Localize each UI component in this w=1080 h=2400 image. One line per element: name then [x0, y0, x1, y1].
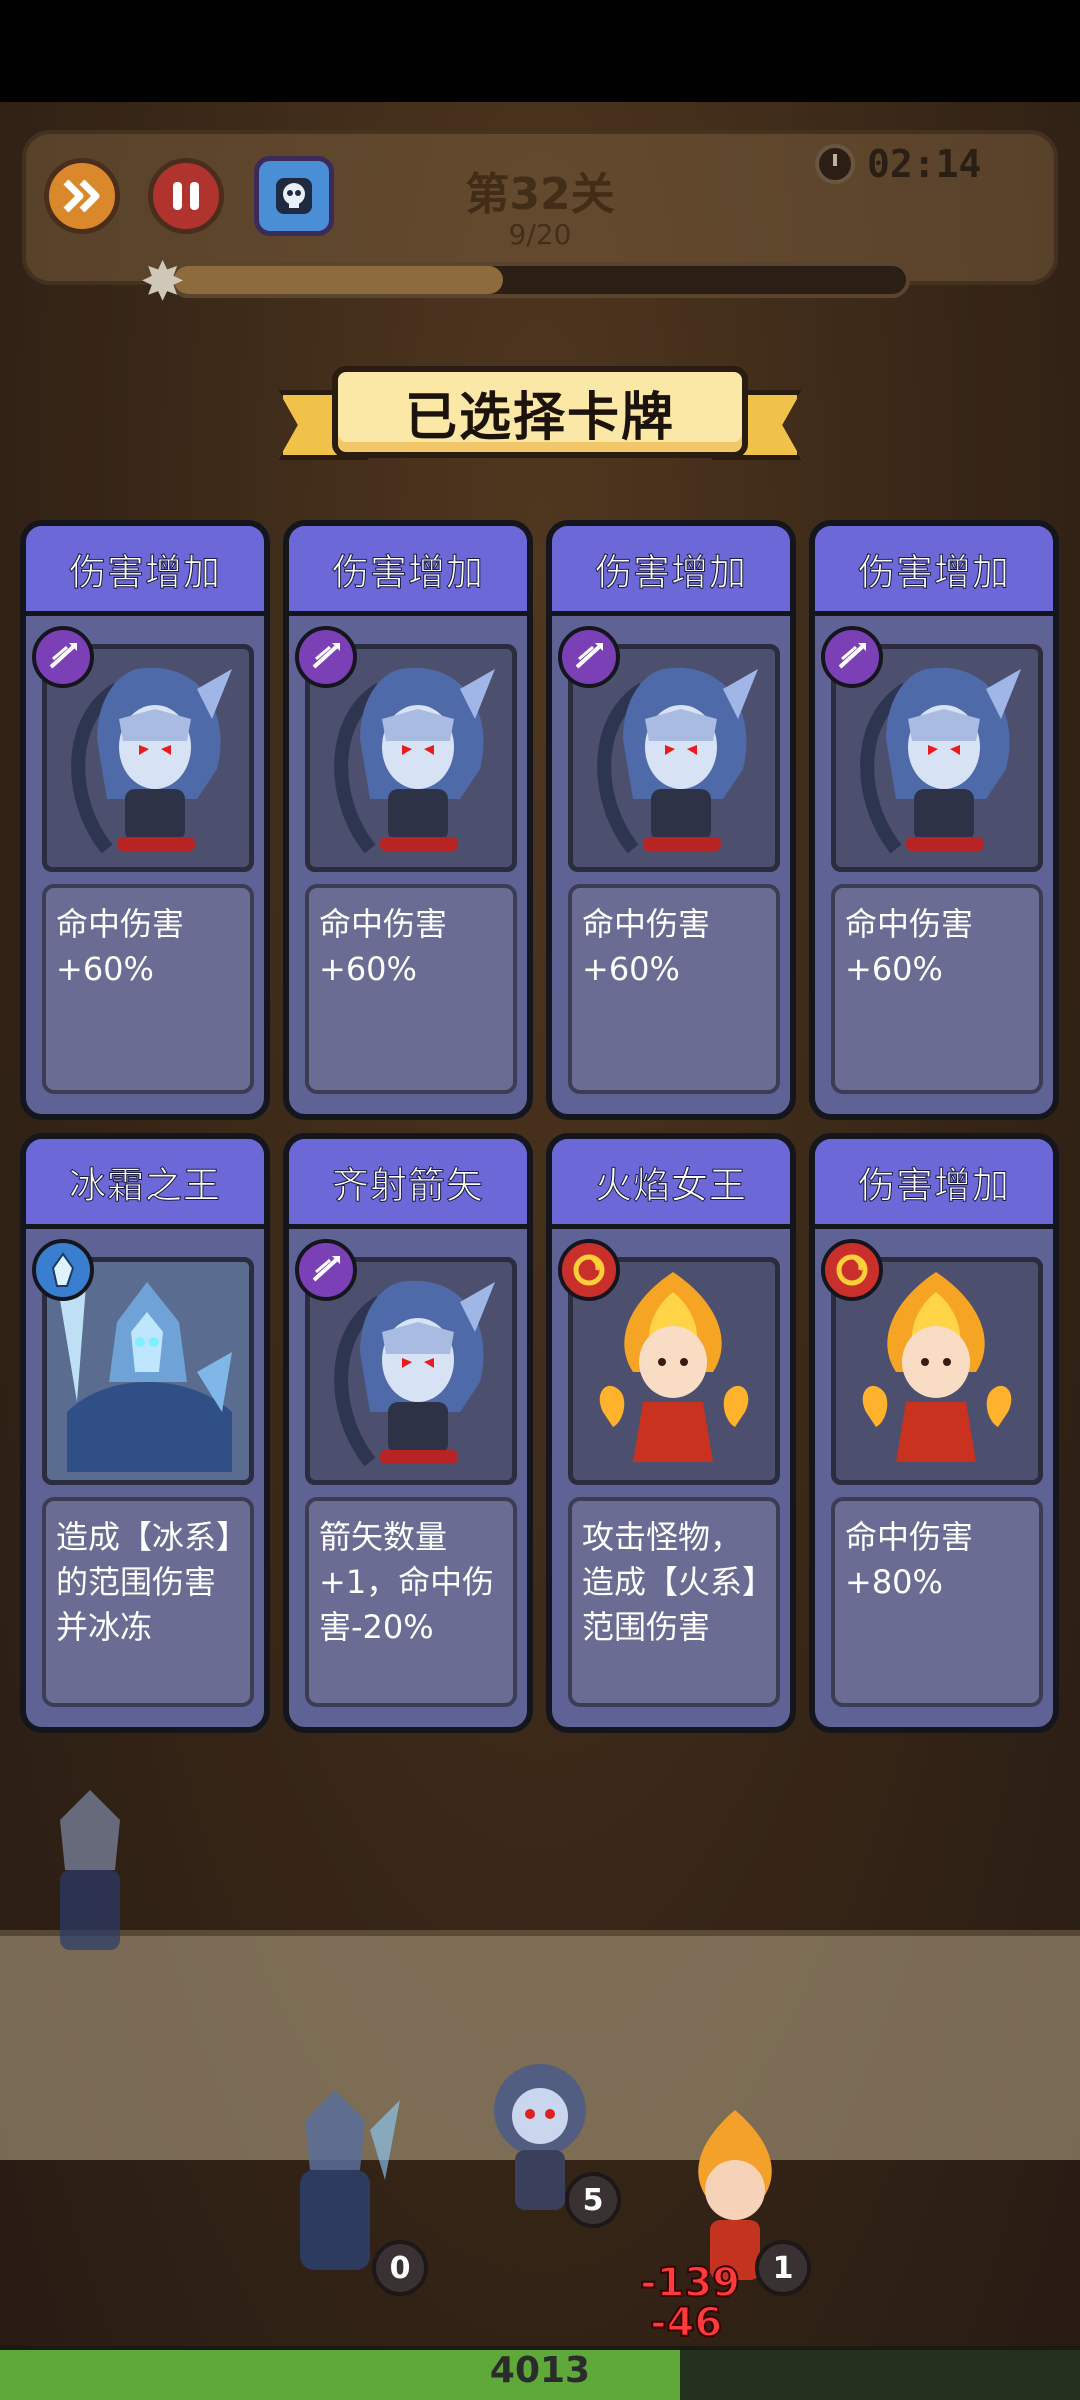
arrow-type-icon — [575, 643, 603, 669]
fire-type-icon — [573, 1254, 605, 1286]
hero-level-badge: 1 — [755, 2240, 811, 2296]
card-description: 命中伤害+60% — [305, 884, 517, 1094]
card-header: 伤害增加 — [815, 526, 1053, 616]
spark-icon: ✸ — [140, 250, 186, 313]
card-description: 箭矢数量+1，命中伤害-20% — [305, 1497, 517, 1707]
fire-type-badge — [558, 1239, 620, 1301]
card-header: 伤害增加 — [815, 1139, 1053, 1229]
ice-type-badge — [32, 1239, 94, 1301]
card-title: 冰霜之王 — [69, 1163, 221, 1207]
arrow-type-badge — [295, 1239, 357, 1301]
arrow-type-icon — [838, 643, 866, 669]
fire-type-icon — [836, 1254, 868, 1286]
arrow-type-icon — [312, 643, 340, 669]
card-title: 伤害增加 — [595, 550, 747, 594]
wave-count: 9/20 — [508, 218, 572, 251]
skill-card[interactable]: 冰霜之王造成【冰系】的范围伤害并冰冻 — [20, 1133, 270, 1733]
skill-card[interactable]: 伤害增加命中伤害+60% — [546, 520, 796, 1120]
card-header: 冰霜之王 — [26, 1139, 264, 1229]
card-description: 攻击怪物，造成【火系】范围伤害 — [568, 1497, 780, 1707]
status-bar — [0, 0, 1080, 102]
card-title: 伤害增加 — [69, 550, 221, 594]
banner-plaque: 已选择卡牌 — [332, 366, 748, 458]
timer-text: 02:14 — [867, 142, 982, 186]
pause-icon — [173, 182, 199, 210]
fire-type-badge — [821, 1239, 883, 1301]
arrow-type-icon — [49, 643, 77, 669]
card-header: 伤害增加 — [289, 526, 527, 616]
arrow-type-badge — [295, 626, 357, 688]
timer: 02:14 — [815, 142, 981, 186]
card-header: 伤害增加 — [552, 526, 790, 616]
wave-progress-bar — [170, 262, 910, 298]
card-header: 齐射箭矢 — [289, 1139, 527, 1229]
arrow-type-badge — [558, 626, 620, 688]
arrow-type-icon — [312, 1256, 340, 1282]
selected-cards-banner: 已选择卡牌 — [278, 360, 802, 470]
arrow-type-badge — [32, 626, 94, 688]
card-title: 齐射箭矢 — [332, 1163, 484, 1207]
hero-level-badge: 5 — [565, 2172, 621, 2228]
damage-number: -46 — [649, 2299, 723, 2347]
skill-card[interactable]: 火焰女王攻击怪物，造成【火系】范围伤害 — [546, 1133, 796, 1733]
card-title: 伤害增加 — [858, 1163, 1010, 1207]
ice-type-icon — [51, 1252, 75, 1287]
clock-icon — [815, 144, 855, 184]
skill-card[interactable]: 伤害增加命中伤害+60% — [283, 520, 533, 1120]
hero-level-badge: 0 — [372, 2240, 428, 2296]
card-description: 命中伤害+60% — [568, 884, 780, 1094]
card-description: 命中伤害+80% — [831, 1497, 1043, 1707]
card-title: 伤害增加 — [858, 550, 1010, 594]
skull-card-icon — [276, 178, 312, 214]
ice-knight-figure — [60, 1790, 120, 1950]
card-description: 造成【冰系】的范围伤害并冰冻 — [42, 1497, 254, 1707]
banner-title: 已选择卡牌 — [404, 387, 675, 448]
card-description: 命中伤害+60% — [831, 884, 1043, 1094]
card-description: 命中伤害+60% — [42, 884, 254, 1094]
card-deck-button[interactable] — [254, 156, 334, 236]
fast-forward-icon — [63, 179, 100, 213]
base-hp-value: 4013 — [489, 2350, 591, 2391]
skill-card[interactable]: 伤害增加命中伤害+60% — [809, 520, 1059, 1120]
card-header: 伤害增加 — [26, 526, 264, 616]
arrow-type-badge — [821, 626, 883, 688]
speed-button[interactable] — [44, 158, 120, 234]
card-header: 火焰女王 — [552, 1139, 790, 1229]
card-title: 伤害增加 — [332, 550, 484, 594]
level-title: 第32关 — [465, 169, 615, 220]
card-title: 火焰女王 — [595, 1163, 747, 1207]
skill-card[interactable]: 齐射箭矢箭矢数量+1，命中伤害-20% — [283, 1133, 533, 1733]
pause-button[interactable] — [148, 158, 224, 234]
skill-card[interactable]: 伤害增加命中伤害+80% — [809, 1133, 1059, 1733]
wave-progress-fill — [174, 266, 504, 294]
skill-card[interactable]: 伤害增加命中伤害+60% — [20, 520, 270, 1120]
